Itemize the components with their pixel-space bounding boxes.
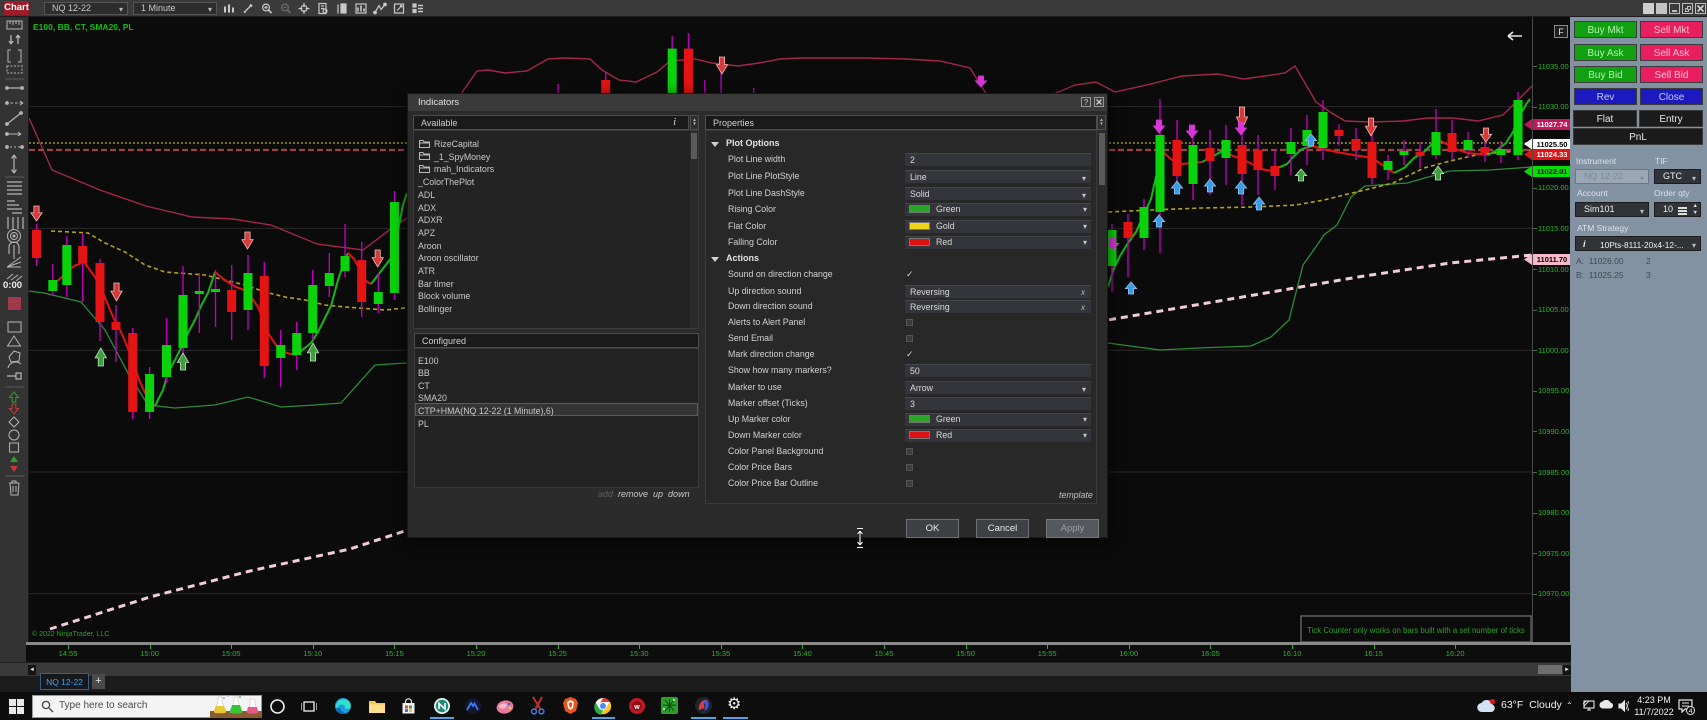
svg-text:0:00: 0:00 <box>3 280 22 291</box>
svg-text:4: 4 <box>1689 708 1693 715</box>
svg-text:© 2022 NinjaTrader, LLC: © 2022 NinjaTrader, LLC <box>32 630 109 638</box>
svg-text:Tick Counter only works on bar: Tick Counter only works on bars built wi… <box>1307 626 1525 635</box>
svg-text:E100, BB, CT, SMA20, PL: E100, BB, CT, SMA20, PL <box>33 22 134 32</box>
svg-text:w: w <box>633 704 640 711</box>
